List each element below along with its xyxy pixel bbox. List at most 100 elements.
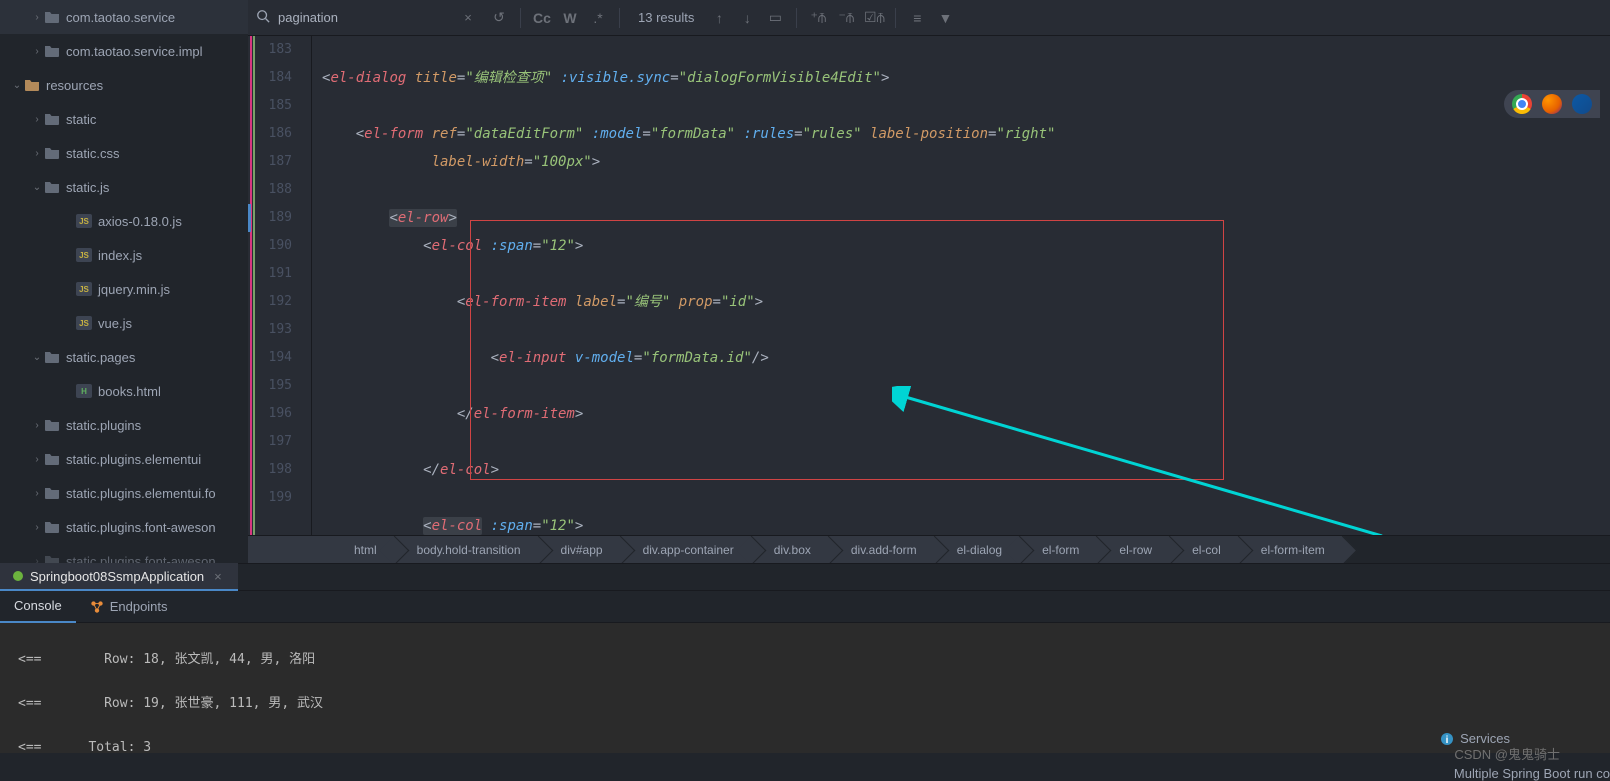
tool-tabs: Console Endpoints bbox=[0, 591, 1610, 623]
code-area[interactable]: 1831841851861871881891901911921931941951… bbox=[248, 36, 1610, 535]
chevron-icon: › bbox=[30, 454, 44, 465]
tree-item[interactable]: JSjquery.min.js bbox=[0, 272, 248, 306]
folder-icon bbox=[24, 78, 40, 92]
console-tab[interactable]: Console bbox=[0, 591, 76, 623]
run-config-name: Springboot08SsmpApplication bbox=[30, 569, 204, 584]
html-file-icon: H bbox=[76, 384, 92, 398]
tree-label: books.html bbox=[98, 384, 161, 399]
tree-label: index.js bbox=[98, 248, 142, 263]
folder-icon bbox=[44, 350, 60, 364]
folder-icon bbox=[44, 10, 60, 24]
folder-icon bbox=[44, 520, 60, 534]
tree-item[interactable]: › static bbox=[0, 102, 248, 136]
settings-icon[interactable]: ≡ bbox=[904, 6, 930, 30]
prev-result-icon[interactable]: ↑ bbox=[706, 6, 732, 30]
tree-label: com.taotao.service bbox=[66, 10, 175, 25]
prev-change-icon[interactable]: ↺ bbox=[486, 6, 512, 30]
breadcrumb-item[interactable]: div.add-form bbox=[829, 536, 935, 564]
folder-icon bbox=[44, 180, 60, 194]
search-results-count: 13 results bbox=[638, 10, 694, 25]
tree-label: static.plugins.elementui bbox=[66, 452, 201, 467]
folder-icon bbox=[44, 452, 60, 466]
tree-label: static.plugins bbox=[66, 418, 141, 433]
tree-label: jquery.min.js bbox=[98, 282, 170, 297]
tree-label: static.js bbox=[66, 180, 109, 195]
run-tab-bar: Springboot08SsmpApplication × bbox=[0, 563, 1610, 591]
add-selection-icon[interactable]: ⁺⫚ bbox=[805, 6, 831, 30]
tree-item[interactable]: › static.plugins.elementui.fo bbox=[0, 476, 248, 510]
tree-label: vue.js bbox=[98, 316, 132, 331]
tree-label: static.plugins.elementui.fo bbox=[66, 486, 216, 501]
folder-icon bbox=[44, 554, 60, 563]
edge-icon[interactable] bbox=[1572, 94, 1592, 114]
chevron-icon: ⌄ bbox=[30, 182, 44, 193]
tree-item[interactable]: Hbooks.html bbox=[0, 374, 248, 408]
tree-item[interactable]: ›static.plugins.font-aweson bbox=[0, 544, 248, 563]
regex-button[interactable]: .* bbox=[585, 6, 611, 30]
chevron-icon: › bbox=[30, 488, 44, 499]
breadcrumb-bar: htmlbody.hold-transitiondiv#appdiv.app-c… bbox=[248, 535, 1610, 563]
firefox-icon[interactable] bbox=[1542, 94, 1562, 114]
tree-label: com.taotao.service.impl bbox=[66, 44, 203, 59]
folder-icon bbox=[44, 418, 60, 432]
console-line: <== Row: 18, 张文凯, 44, 男, 洛阳 bbox=[18, 649, 1592, 671]
status-text: Multiple Spring Boot run co bbox=[1454, 766, 1610, 781]
tree-item[interactable]: ⌄ static.js bbox=[0, 170, 248, 204]
tree-item[interactable]: ›com.taotao.service.impl bbox=[0, 34, 248, 68]
tree-item[interactable]: ›static.plugins bbox=[0, 408, 248, 442]
words-button[interactable]: W bbox=[557, 6, 583, 30]
breadcrumb-item[interactable]: div.app-container bbox=[621, 536, 752, 564]
chevron-icon: › bbox=[30, 522, 44, 533]
filter-icon[interactable]: ▼ bbox=[932, 6, 958, 30]
chrome-icon[interactable] bbox=[1512, 94, 1532, 114]
tree-item[interactable]: › static.plugins.elementui bbox=[0, 442, 248, 476]
breadcrumb-item[interactable]: el-form-item bbox=[1239, 536, 1343, 564]
info-icon: i bbox=[1440, 732, 1454, 746]
breadcrumb-item[interactable]: html bbox=[332, 536, 395, 564]
folder-icon bbox=[44, 44, 60, 58]
console-line: <== Total: 3 bbox=[18, 737, 1592, 753]
js-file-icon: JS bbox=[76, 316, 92, 330]
match-case-button[interactable]: Cc bbox=[529, 6, 555, 30]
project-tree: ›com.taotao.service›com.taotao.service.i… bbox=[0, 0, 248, 563]
search-icon bbox=[248, 9, 278, 26]
clear-search-icon[interactable]: × bbox=[458, 10, 478, 25]
endpoints-tab[interactable]: Endpoints bbox=[76, 591, 182, 623]
tree-item[interactable]: ⌄ resources bbox=[0, 68, 248, 102]
js-file-icon: JS bbox=[76, 248, 92, 262]
tree-label: static bbox=[66, 112, 96, 127]
tree-label: static.css bbox=[66, 146, 119, 161]
search-bar: × ↺ Cc W .* 13 results ↑ ↓ ▭ ⁺⫚ ⁻⫚ ☑⫚ ≡ … bbox=[248, 0, 1610, 36]
folder-icon bbox=[44, 146, 60, 160]
tree-item[interactable]: ⌄ static.pages bbox=[0, 340, 248, 374]
run-config-tab[interactable]: Springboot08SsmpApplication × bbox=[0, 563, 238, 591]
tree-item[interactable]: › static.css bbox=[0, 136, 248, 170]
chevron-icon: ⌄ bbox=[30, 352, 44, 363]
chevron-icon: ⌄ bbox=[10, 80, 24, 91]
remove-selection-icon[interactable]: ⁻⫚ bbox=[833, 6, 859, 30]
tree-item[interactable]: JS axios-0.18.0.js bbox=[0, 204, 248, 238]
tree-label: axios-0.18.0.js bbox=[98, 214, 182, 229]
close-tab-icon[interactable]: × bbox=[210, 569, 226, 584]
search-input[interactable] bbox=[278, 10, 458, 25]
code-content[interactable]: <el-dialog title="编辑检查项" :visible.sync="… bbox=[312, 36, 1610, 535]
js-file-icon: JS bbox=[76, 214, 92, 228]
browser-icons bbox=[1504, 90, 1600, 118]
tree-item[interactable]: › static.plugins.font-aweson bbox=[0, 510, 248, 544]
tree-item[interactable]: ›com.taotao.service bbox=[0, 0, 248, 34]
console-output[interactable]: <== Row: 18, 张文凯, 44, 男, 洛阳 <== Row: 19,… bbox=[0, 623, 1610, 753]
tree-item[interactable]: JS index.js bbox=[0, 238, 248, 272]
chevron-icon: › bbox=[30, 148, 44, 159]
tree-label: static.pages bbox=[66, 350, 135, 365]
breadcrumb-item[interactable]: body.hold-transition bbox=[395, 536, 539, 564]
select-all-icon[interactable]: ☑⫚ bbox=[861, 6, 887, 30]
tree-label: resources bbox=[46, 78, 103, 93]
tree-item[interactable]: JS vue.js bbox=[0, 306, 248, 340]
tree-label: static.plugins.font-aweson bbox=[66, 520, 216, 535]
next-result-icon[interactable]: ↓ bbox=[734, 6, 760, 30]
watermark: CSDN @鬼鬼骑士 bbox=[1454, 744, 1560, 763]
chevron-icon: › bbox=[30, 114, 44, 125]
window-icon[interactable]: ▭ bbox=[762, 6, 788, 30]
folder-icon bbox=[44, 486, 60, 500]
line-gutter: 1831841851861871881891901911921931941951… bbox=[248, 36, 312, 535]
